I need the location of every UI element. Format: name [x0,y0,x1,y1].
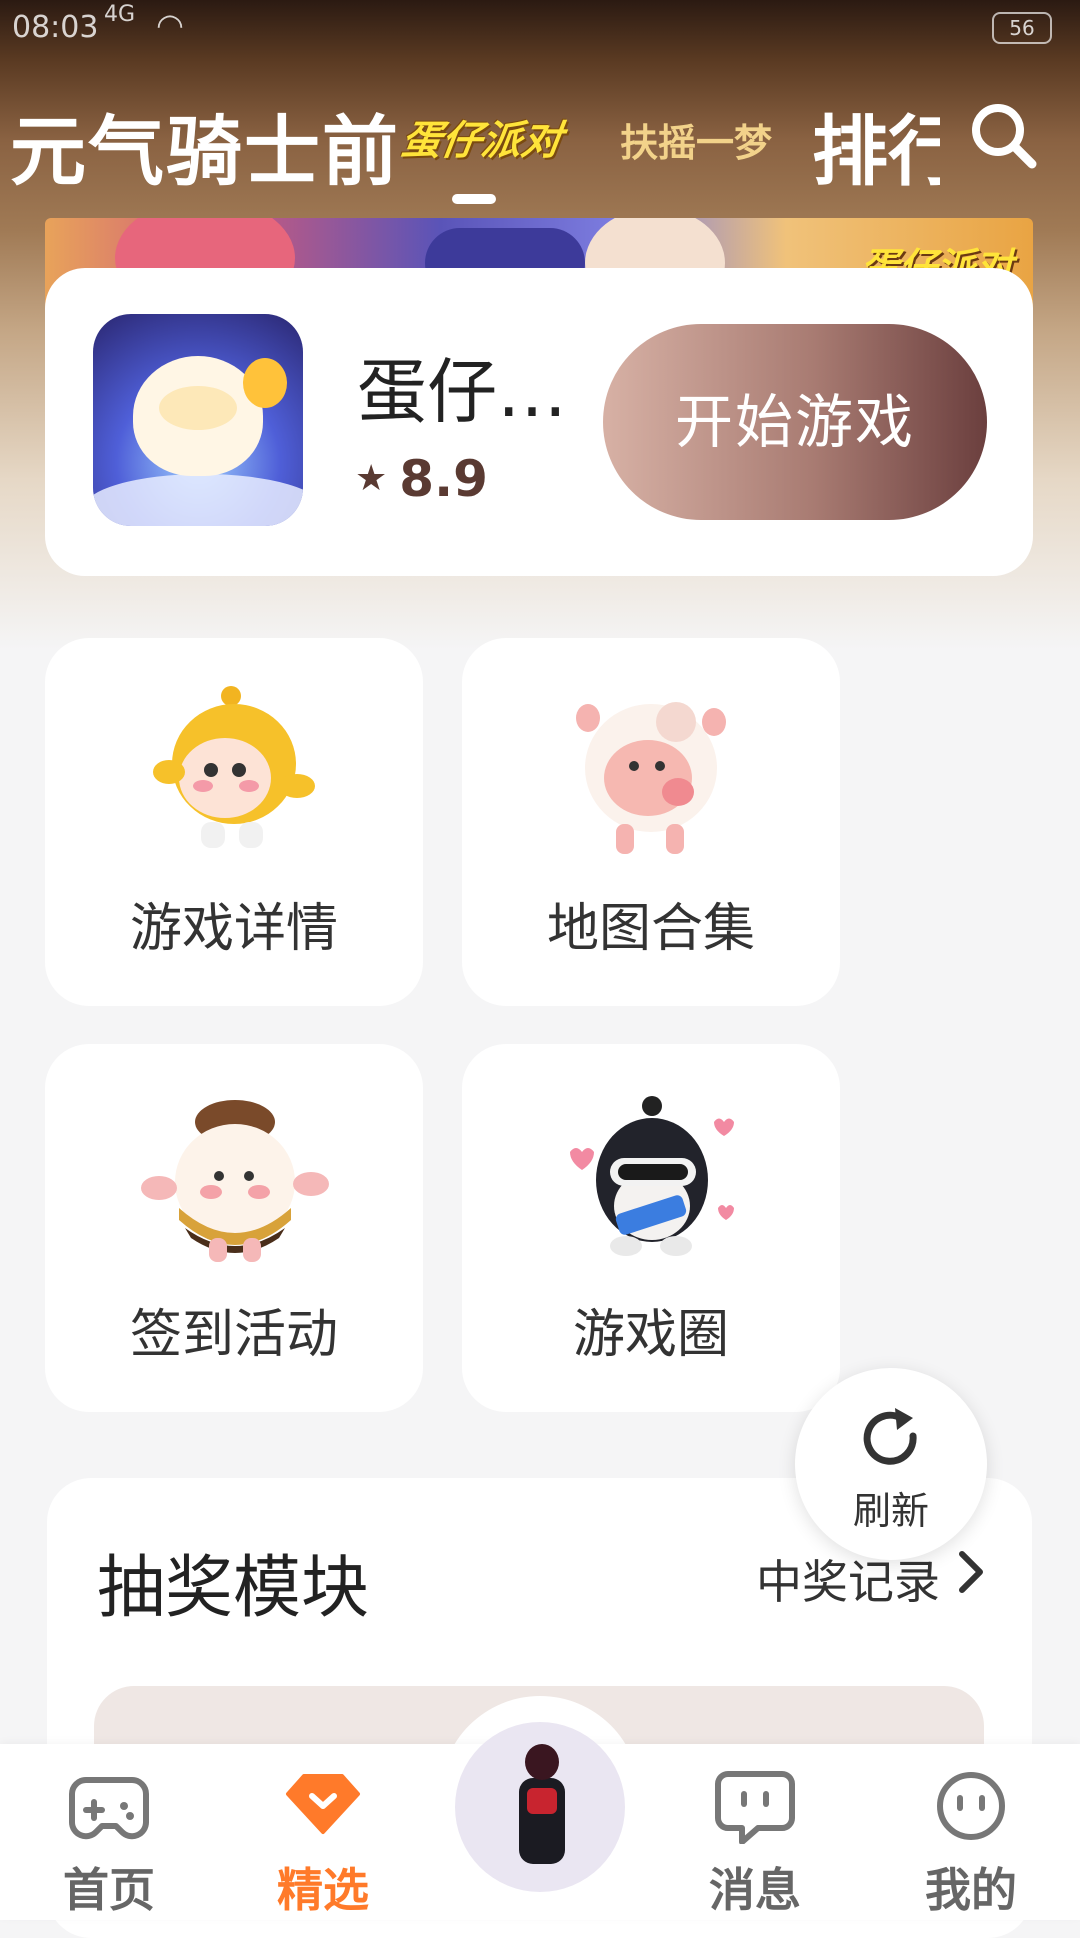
icon-mascot-arm [243,358,287,408]
chevron-right-icon[interactable] [954,1548,988,1596]
nav-label: 我的 [925,1863,1017,1917]
battery-indicator: 56 [992,12,1052,44]
game-title: 蛋仔… [357,351,567,433]
wifi-icon: ◠ [156,6,184,44]
star-icon: ★ [355,458,388,499]
tab-ranking[interactable]: 排行 [812,90,940,200]
nav-center-avatar[interactable] [455,1722,625,1892]
nav-label: 首页 [63,1863,155,1917]
refresh-icon [863,1408,917,1465]
refresh-label: 刷新 [852,1489,929,1533]
gamepad-icon [68,1777,150,1840]
nav-messages[interactable]: 消息 [670,1768,840,1918]
start-game-button[interactable]: 开始游戏 [603,324,987,520]
smiley-face-icon [937,1772,1005,1840]
bee-mascot-icon [141,1100,329,1262]
tab-danzai[interactable]: 蛋仔派对 [398,108,566,166]
tile-label: 游戏详情 [129,899,338,959]
nav-label: 精选 [277,1863,369,1917]
icon-mascot-face [159,386,237,430]
pink-sheep-mascot-icon [576,702,726,854]
tile-game-details[interactable]: 游戏详情 [45,638,423,1006]
yellow-egg-mascot-icon [153,686,315,848]
icon-cloud [93,474,303,526]
top-tab-bar: 元气骑士前 蛋仔派对 扶摇一梦 排行 [0,80,1080,210]
tile-label: 游戏圈 [572,1305,729,1365]
nav-home[interactable]: 首页 [24,1768,194,1918]
tile-label: 签到活动 [129,1305,338,1365]
avatar-head [525,1744,559,1780]
network-label: 4G [104,2,136,27]
game-rating: ★ 8.9 [355,450,488,508]
tile-game-circle[interactable]: 游戏圈 [462,1044,840,1412]
search-button[interactable] [964,96,1044,176]
masked-penguin-mascot-icon [570,1096,734,1256]
tab-fuyao[interactable]: 扶摇一梦 [620,112,772,167]
nav-profile[interactable]: 我的 [886,1768,1056,1918]
lottery-title: 抽奖模块 [97,1549,370,1628]
search-icon [972,104,1037,169]
status-bar: 08:03 4G ◠ 56 [0,0,1080,56]
tile-label: 地图合集 [546,899,755,959]
nav-featured[interactable]: 精选 [238,1768,408,1918]
tile-checkin-event[interactable]: 签到活动 [45,1044,423,1412]
tile-map-collection[interactable]: 地图合集 [462,638,840,1006]
chat-bubble-icon [715,1771,795,1844]
game-app-icon[interactable] [93,314,303,526]
signal-icon: 4G [104,4,140,26]
status-time: 08:03 [12,10,99,45]
heart-diamond-icon [286,1774,360,1834]
avatar-accent [527,1788,557,1814]
tab-yuanqi[interactable]: 元气骑士前 [10,90,400,200]
nav-label: 消息 [709,1863,801,1917]
active-tab-indicator [452,194,496,204]
game-card: 蛋仔… ★ 8.9 开始游戏 [45,268,1033,576]
rating-value: 8.9 [399,450,488,508]
refresh-button[interactable]: 刷新 [795,1368,987,1560]
